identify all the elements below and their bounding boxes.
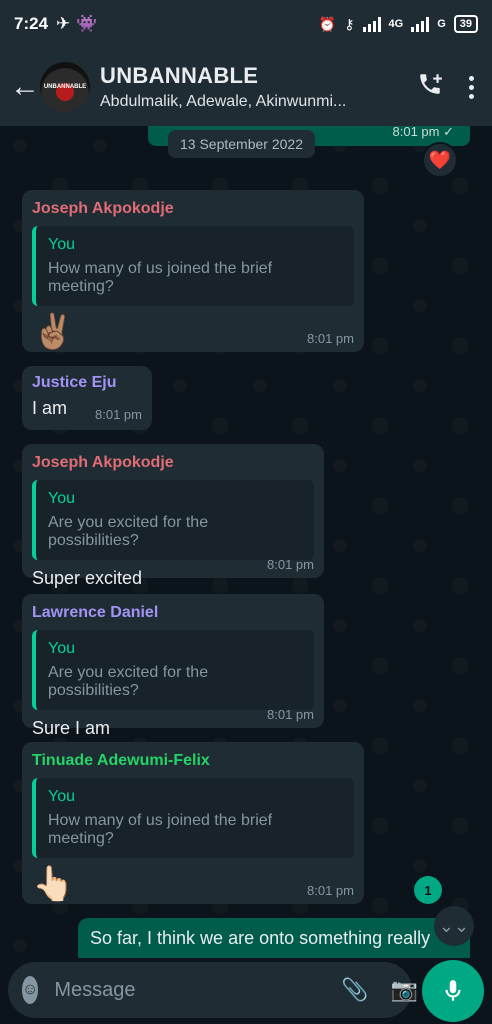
status-time: 7:24: [14, 14, 49, 33]
message-time: 8:01 pm: [307, 883, 354, 898]
quoted-text: Are you excited for the possibilities?: [48, 664, 209, 699]
message-bubble[interactable]: Lawrence Daniel You Are you excited for …: [22, 594, 324, 738]
alarm-icon: ⏰: [318, 15, 337, 32]
camera-icon[interactable]: 📷: [391, 977, 418, 1003]
message-time: 8:01 pm: [267, 557, 314, 572]
quoted-text: How many of us joined the brief meeting?: [48, 812, 273, 847]
key-icon: ⚷: [344, 15, 355, 32]
sender-name: Tinuade Adewumi-Felix: [32, 752, 210, 769]
app-notification-icon: 👾: [76, 14, 98, 33]
outgoing-message[interactable]: So far, I think we are onto something re…: [78, 918, 470, 958]
message-input-box[interactable]: ☺ 📎 📷: [8, 962, 418, 1018]
sender-name: Joseph Akpokodje: [32, 454, 174, 471]
message-time: 8:01 pm: [267, 707, 314, 722]
quoted-sender: You: [48, 788, 75, 805]
message-composer: ☺ 📎 📷: [0, 958, 492, 1024]
quoted-text: Are you excited for the possibilities?: [48, 514, 209, 549]
message-time: 8:01 pm: [307, 331, 354, 346]
network-type: 4G: [388, 18, 404, 30]
message-bubble[interactable]: Joseph Akpokodje You Are you excited for…: [22, 444, 324, 588]
message-time: 8:01 pm: [95, 407, 142, 422]
quoted-message[interactable]: You How many of us joined the brief meet…: [32, 226, 354, 306]
signal-icon-2: [411, 16, 430, 32]
network-type-2: G: [437, 18, 446, 30]
chat-area[interactable]: 8:01 pm ✓ 13 September 2022 ❤️ Joseph Ak…: [0, 126, 492, 958]
message-bubble[interactable]: Tinuade Adewumi-Felix You How many of us…: [22, 742, 364, 904]
group-name: UNBANNABLE: [100, 63, 259, 88]
chat-header: ← UNBANNABLE UNBANNABLE Abdulmalik, Adew…: [0, 48, 492, 126]
add-call-icon[interactable]: [417, 71, 443, 104]
sender-name: Justice Eju: [32, 374, 117, 391]
date-separator: 13 September 2022: [168, 130, 315, 158]
group-info[interactable]: UNBANNABLE Abdulmalik, Adewale, Akinwunm…: [100, 63, 403, 111]
more-options-icon[interactable]: [469, 75, 474, 99]
double-chevron-down-icon: ⌄⌄: [438, 915, 470, 936]
message-emoji: 👆🏻: [32, 865, 75, 903]
heart-reaction-icon[interactable]: ❤️: [422, 142, 458, 178]
avatar-text: UNBANNABLE: [43, 84, 87, 90]
quoted-sender: You: [48, 640, 75, 657]
group-members: Abdulmalik, Adewale, Akinwunmi...: [100, 93, 347, 110]
message-input[interactable]: [54, 978, 320, 1002]
message-time: 8:01 pm ✓: [392, 126, 455, 139]
scroll-down-button[interactable]: ⌄⌄: [434, 906, 474, 946]
back-arrow-icon[interactable]: ←: [10, 70, 40, 104]
sender-name: Joseph Akpokodje: [32, 200, 174, 217]
quoted-text: How many of us joined the brief meeting?: [48, 260, 273, 295]
message-emoji: ✌🏽: [32, 313, 75, 351]
sender-name: Lawrence Daniel: [32, 604, 159, 621]
attachment-icon[interactable]: 📎: [341, 977, 368, 1003]
quoted-sender: You: [48, 236, 75, 253]
battery-icon: 39: [453, 15, 478, 33]
quoted-message[interactable]: You Are you excited for the possibilitie…: [32, 480, 314, 560]
unread-count-badge: 1: [414, 876, 442, 904]
quoted-message[interactable]: You Are you excited for the possibilitie…: [32, 630, 314, 710]
quoted-message[interactable]: You How many of us joined the brief meet…: [32, 778, 354, 858]
notification-icon: ✈: [56, 14, 71, 33]
group-avatar[interactable]: UNBANNABLE: [40, 62, 90, 112]
message-bubble[interactable]: Justice Eju I am 8:01 pm: [22, 366, 152, 430]
mic-button[interactable]: [422, 960, 484, 1022]
emoji-icon[interactable]: ☺: [22, 976, 39, 1004]
microphone-icon: [445, 980, 461, 1001]
status-bar: 7:24 ✈ 👾 ⏰ ⚷ 4G G 39: [0, 0, 492, 48]
message-bubble[interactable]: Joseph Akpokodje You How many of us join…: [22, 190, 364, 352]
quoted-sender: You: [48, 490, 75, 507]
signal-icon: [362, 16, 381, 32]
battery-level: 39: [459, 18, 472, 30]
